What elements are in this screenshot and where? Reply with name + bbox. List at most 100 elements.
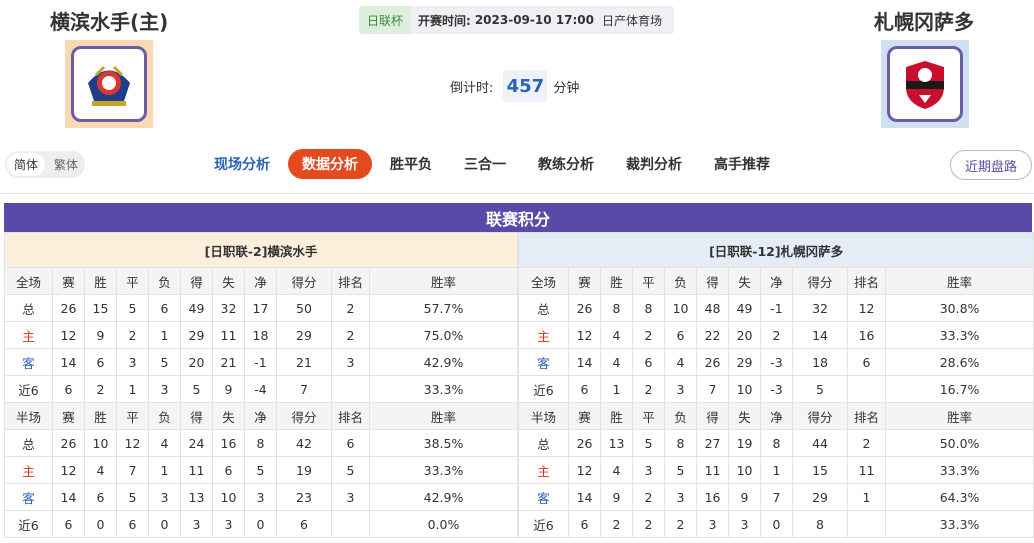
table-row: 主 12 9 2 1 29 11 18 29 2 75.0% — [4, 321, 519, 349]
home-standings-header[interactable]: [日职联-2]横滨水手 — [3, 232, 519, 268]
right-half-header-row: 半场赛胜平负得失净得分 排名 胜率 — [518, 402, 1034, 430]
table-cell: -4 — [244, 375, 277, 403]
table-cell: 9 — [84, 321, 117, 349]
table-cell — [331, 510, 370, 538]
table-cell: 38.5% — [368, 429, 519, 457]
table-cell: 0.0% — [368, 510, 519, 538]
row-label: 客 — [4, 348, 53, 376]
table-cell: 3 — [728, 510, 762, 538]
table-cell: 48 — [696, 294, 730, 322]
table-cell: 11 — [180, 456, 213, 484]
row-label: 主 — [518, 456, 570, 484]
column-header: 得分 — [792, 267, 849, 295]
table-cell: 50 — [276, 294, 332, 322]
tab-expert-picks[interactable]: 高手推荐 — [700, 149, 784, 179]
column-header: 排名 — [331, 267, 370, 295]
tab-win-draw-lose[interactable]: 胜平负 — [376, 149, 446, 179]
column-header: 失 — [212, 402, 245, 430]
league-tag[interactable]: 日联杯 — [359, 6, 412, 34]
away-team-logo[interactable] — [881, 40, 969, 128]
away-team-name[interactable]: 札幌冈萨多 — [874, 6, 974, 35]
tab-coach-analysis[interactable]: 教练分析 — [524, 149, 608, 179]
analysis-nav: 现场分析 数据分析 胜平负 三合一 教练分析 裁判分析 高手推荐 — [200, 149, 788, 179]
table-row: 总 26 10 12 4 24 16 8 42 6 38.5% — [4, 429, 519, 457]
table-cell: 11 — [847, 456, 887, 484]
column-header: 得 — [696, 402, 730, 430]
column-header: 排名 — [847, 267, 887, 295]
table-cell: 3 — [180, 510, 213, 538]
table-cell: 3 — [116, 348, 149, 376]
lang-traditional[interactable]: 繁体 — [47, 151, 85, 178]
venue: 日产体育场 — [601, 13, 662, 28]
table-cell: 64.3% — [885, 483, 1034, 511]
column-header: 胜率 — [885, 267, 1034, 295]
table-cell: 6 — [52, 510, 85, 538]
column-header: 排名 — [331, 402, 370, 430]
tab-live-analysis[interactable]: 现场分析 — [200, 149, 284, 179]
table-cell: 16 — [696, 483, 730, 511]
table-row: 近6 6 2 2 2 3 3 0 8 33.3% — [518, 510, 1034, 538]
away-standings-header[interactable]: [日职联-12]札幌冈萨多 — [518, 232, 1034, 268]
table-cell: 28.6% — [885, 348, 1034, 376]
table-cell: 5 — [116, 483, 149, 511]
tab-three-in-one[interactable]: 三合一 — [450, 149, 520, 179]
table-cell: 2 — [847, 429, 887, 457]
table-cell: 11 — [696, 456, 730, 484]
table-cell: 26 — [52, 429, 85, 457]
table-row: 主 12 4 3 5 11 10 1 15 11 33.3% — [518, 456, 1034, 484]
column-header: 全场 — [4, 267, 53, 295]
table-cell: 2 — [632, 375, 666, 403]
column-header: 胜率 — [368, 267, 519, 295]
table-cell: 12 — [568, 321, 602, 349]
column-header: 失 — [728, 402, 762, 430]
column-header: 赛 — [568, 267, 602, 295]
table-cell: 57.7% — [368, 294, 519, 322]
table-cell: 7 — [696, 375, 730, 403]
table-cell: 10 — [212, 483, 245, 511]
table-cell: 12 — [52, 456, 85, 484]
table-cell: 2 — [600, 510, 634, 538]
table-cell: 6 — [568, 375, 602, 403]
column-header: 半场 — [518, 402, 570, 430]
table-cell: 8 — [664, 429, 698, 457]
table-row: 总 26 8 8 10 48 49 -1 32 12 30.8% — [518, 294, 1034, 322]
left-half-header-row: 半场赛胜平负得失净得分 排名 胜率 — [4, 402, 519, 430]
row-label: 主 — [4, 321, 53, 349]
table-row: 总 26 15 5 6 49 32 17 50 2 57.7% — [4, 294, 519, 322]
table-cell: 13 — [180, 483, 213, 511]
table-cell: 33.3% — [368, 375, 519, 403]
divider — [0, 193, 1034, 194]
lang-simplified[interactable]: 简体 — [7, 153, 45, 176]
table-cell: 26 — [52, 294, 85, 322]
table-cell: 3 — [331, 483, 370, 511]
table-row: 近6 6 2 1 3 5 9 -4 7 33.3% — [4, 375, 519, 403]
column-header: 排名 — [847, 402, 887, 430]
tab-data-analysis[interactable]: 数据分析 — [288, 149, 372, 179]
table-cell: 12 — [568, 456, 602, 484]
table-cell: 16 — [847, 321, 887, 349]
table-row: 主 12 4 2 6 22 20 2 14 16 33.3% — [518, 321, 1034, 349]
table-cell: 8 — [760, 429, 794, 457]
table-cell: 2 — [760, 321, 794, 349]
column-header: 负 — [664, 267, 698, 295]
standings-tables: [日职联-2]横滨水手 全场赛胜平负得失净得分 排名 胜率总 26 15 5 6 49 32 17… — [3, 232, 1034, 538]
table-cell: 2 — [664, 510, 698, 538]
row-label: 客 — [4, 483, 53, 511]
tab-referee-analysis[interactable]: 裁判分析 — [612, 149, 696, 179]
table-cell: -3 — [760, 375, 794, 403]
home-team-name[interactable]: 横滨水手(主) — [50, 6, 168, 35]
recent-handicap-button[interactable]: 近期盘路 — [950, 150, 1032, 180]
table-cell: 8 — [632, 294, 666, 322]
home-team-logo[interactable] — [65, 40, 153, 128]
table-cell: 12 — [52, 321, 85, 349]
column-header: 得分 — [792, 402, 849, 430]
column-header: 失 — [212, 267, 245, 295]
column-header: 净 — [244, 402, 277, 430]
table-cell: 32 — [792, 294, 849, 322]
table-cell: 6 — [52, 375, 85, 403]
table-cell: 8 — [244, 429, 277, 457]
column-header: 负 — [664, 402, 698, 430]
column-header: 净 — [244, 267, 277, 295]
table-cell: 4 — [84, 456, 117, 484]
table-cell: 5 — [331, 456, 370, 484]
